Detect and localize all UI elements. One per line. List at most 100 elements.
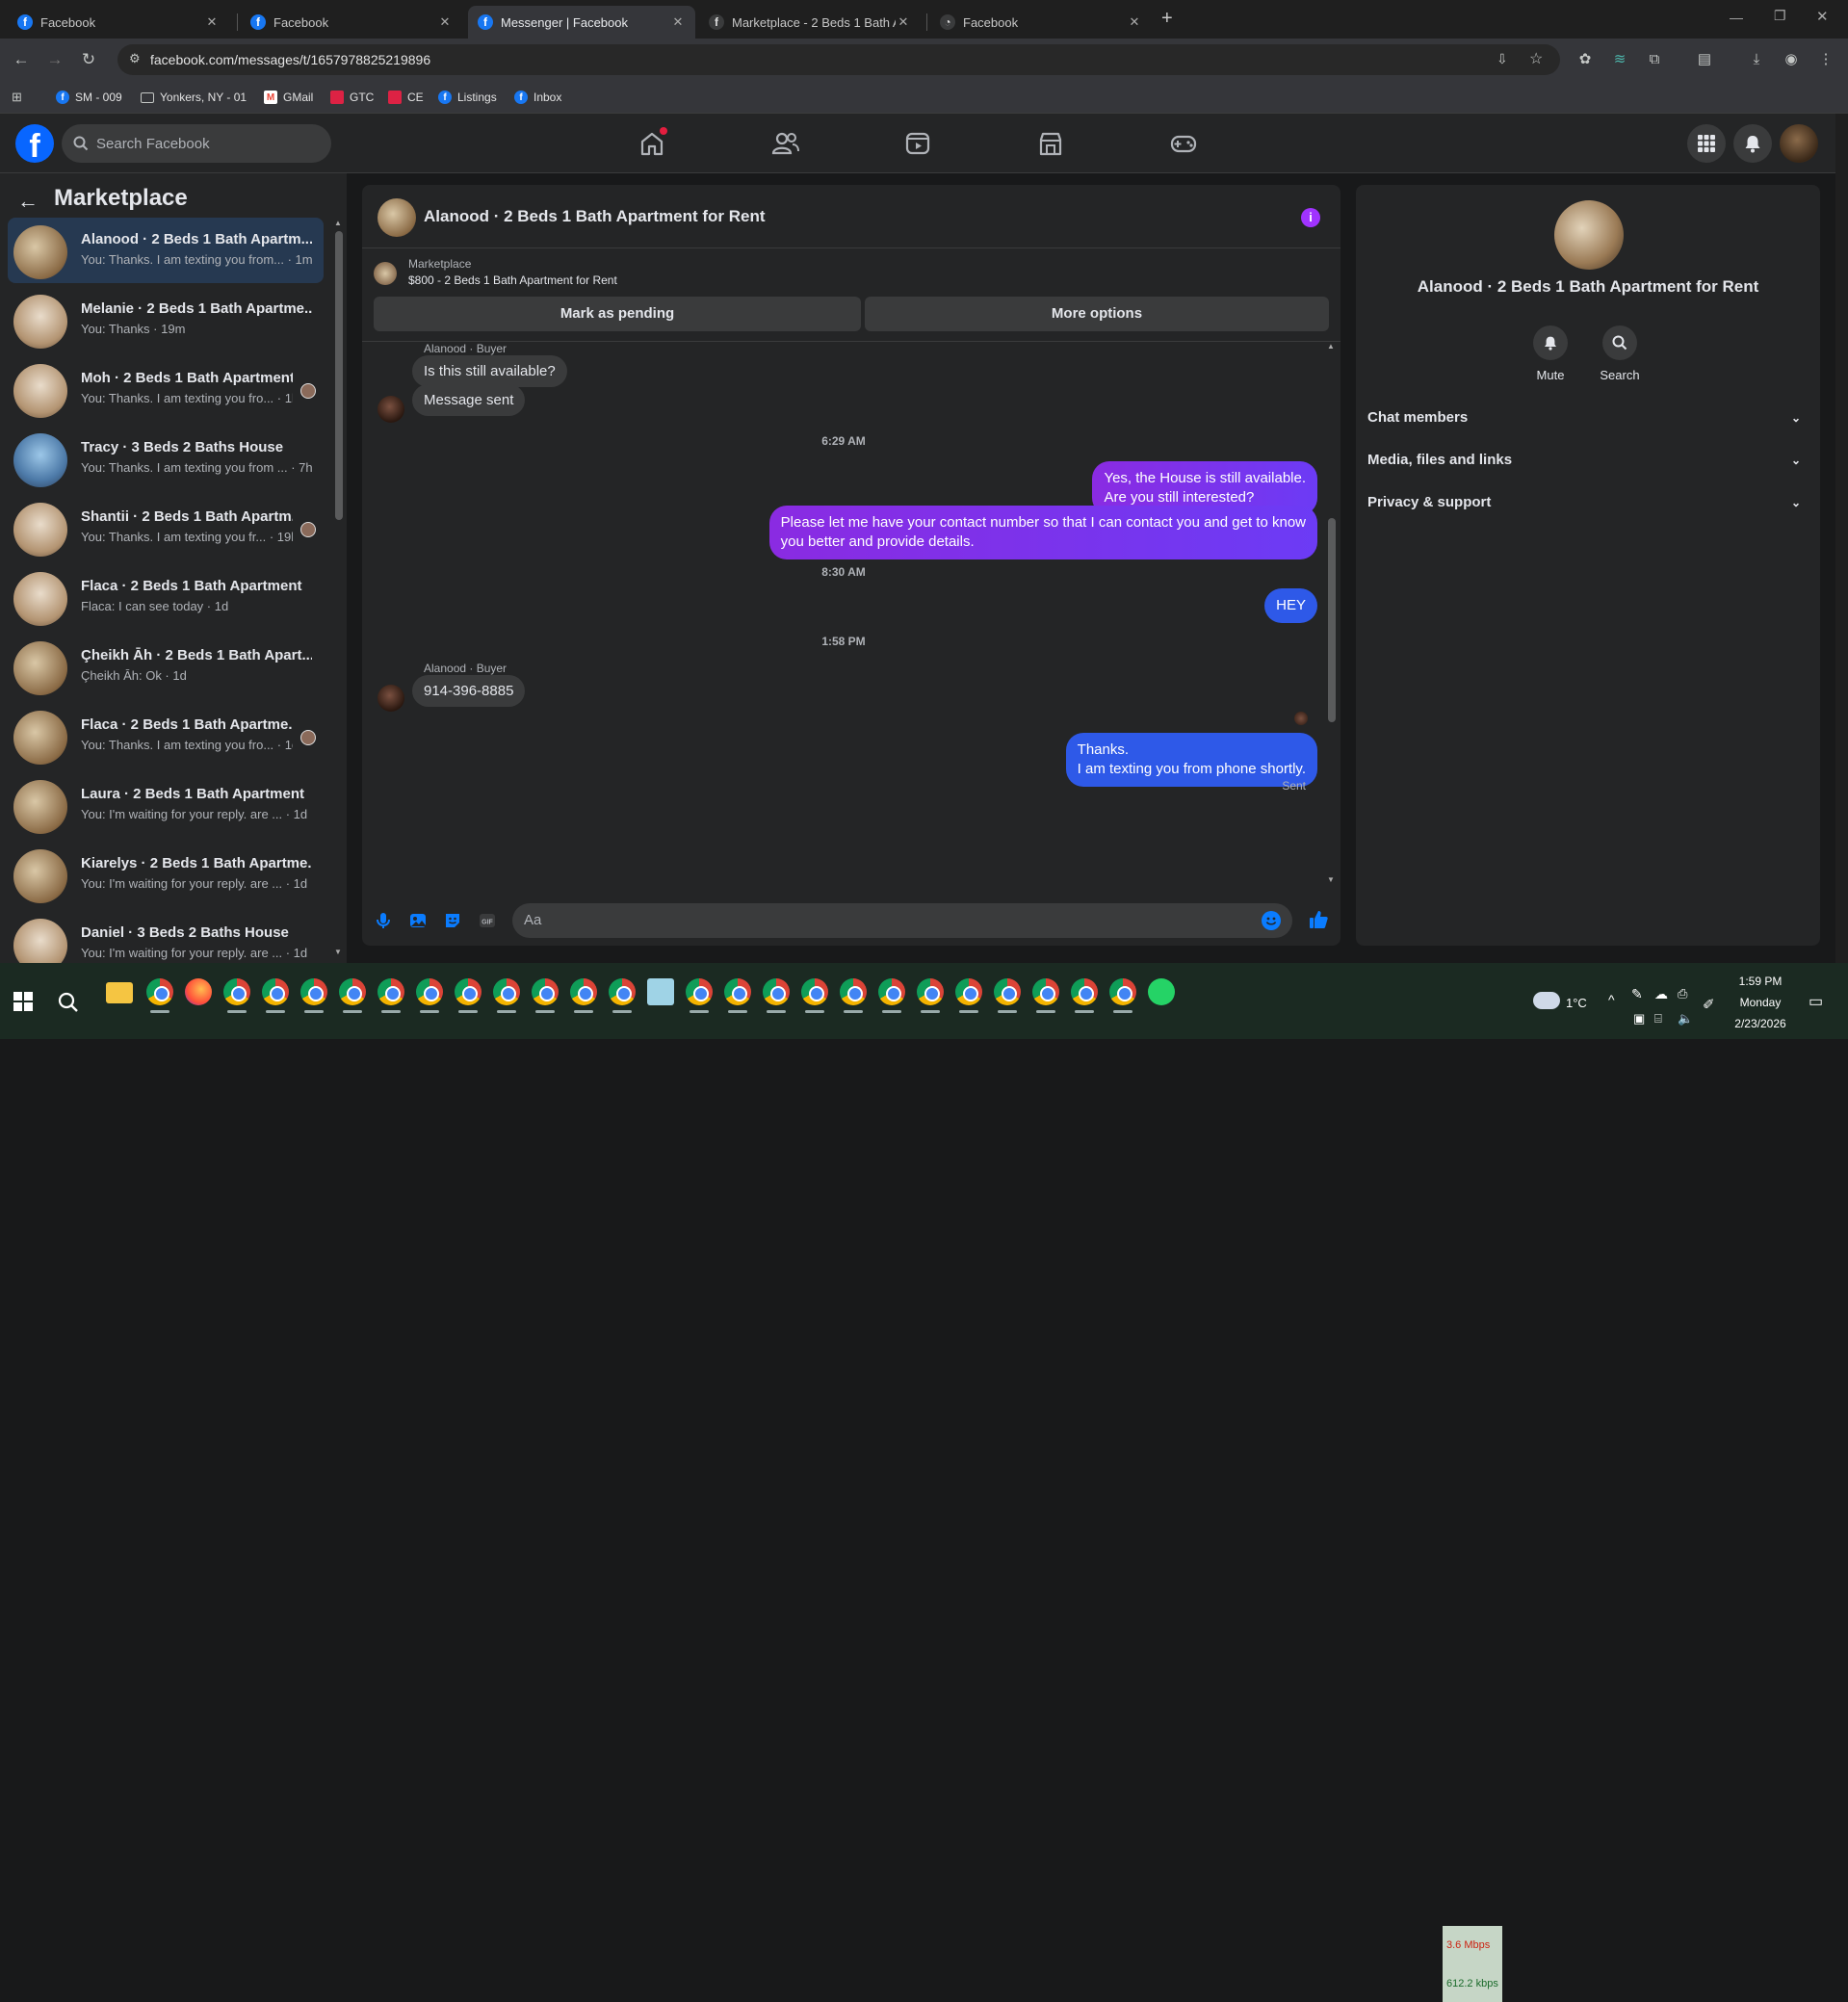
chrome-app-icon[interactable]	[532, 978, 559, 1013]
incoming-message[interactable]: 914-396-8885	[412, 675, 526, 707]
chrome-app-icon[interactable]	[724, 978, 751, 1013]
message-input[interactable]: Aa	[512, 903, 1292, 938]
pen-workspace-icon[interactable]: ✐	[1703, 996, 1715, 1013]
network-speed-widget[interactable]: 3.6 Mbps 612.2 kbps	[1443, 1926, 1502, 2002]
emoji-icon[interactable]	[1262, 911, 1281, 930]
tray-chevron-up-icon[interactable]: ^	[1608, 992, 1615, 1007]
weather-temperature[interactable]: 1°C	[1566, 996, 1587, 1010]
scroll-up-icon[interactable]: ▲	[1327, 342, 1335, 351]
chrome-app-icon[interactable]	[223, 978, 250, 1013]
privacy-support-section[interactable]: Privacy & support ⌄	[1367, 483, 1810, 522]
forward-icon[interactable]: →	[43, 48, 66, 71]
notification-center-icon[interactable]: ▭	[1809, 992, 1823, 1011]
media-files-links-section[interactable]: Media, files and links ⌄	[1367, 441, 1810, 480]
profile-icon[interactable]: ◉	[1782, 50, 1801, 69]
chrome-app-icon[interactable]	[801, 978, 828, 1013]
back-arrow-icon[interactable]: ←	[17, 189, 39, 214]
scroll-down-icon[interactable]: ▼	[1327, 875, 1335, 884]
search-facebook-input[interactable]: Search Facebook	[62, 124, 331, 163]
friends-icon[interactable]	[768, 127, 801, 160]
restore-icon[interactable]: ❐	[1774, 8, 1786, 24]
chat-list-item[interactable]: Alanood · 2 Beds 1 Bath Apartm... You: Th…	[8, 218, 324, 283]
info-icon[interactable]: i	[1301, 208, 1320, 227]
whatsapp-icon[interactable]	[1148, 978, 1175, 1005]
mute-button[interactable]: Mute	[1522, 325, 1579, 382]
chat-list-item[interactable]: Flaca · 2 Beds 1 Bath Apartme... You: Tha…	[8, 703, 324, 768]
browser-tab[interactable]: ◔ Facebook ✕	[930, 6, 1152, 39]
bookmark-folder[interactable]: Yonkers, NY - 01	[141, 89, 247, 106]
reading-mode-icon[interactable]: ▤	[1695, 50, 1714, 69]
bookmark-item[interactable]: CE	[388, 89, 424, 106]
chrome-app-icon[interactable]	[1032, 978, 1059, 1013]
chrome-app-icon[interactable]	[416, 978, 443, 1013]
account-avatar[interactable]	[1780, 124, 1818, 163]
browser-tab[interactable]: f Facebook ✕	[241, 6, 462, 39]
close-tab-icon[interactable]: ✕	[204, 14, 220, 30]
bookmark-item[interactable]: GTC	[330, 89, 374, 106]
extension-icon[interactable]: ≋	[1610, 50, 1629, 69]
tray-pen-icon[interactable]: ✎	[1631, 986, 1643, 1002]
volume-icon[interactable]: 🔈	[1678, 1011, 1693, 1027]
menu-grid-icon[interactable]	[1687, 124, 1726, 163]
like-thumbs-up-icon[interactable]	[1308, 909, 1329, 930]
chrome-app-icon[interactable]	[339, 978, 366, 1013]
chrome-app-icon[interactable]	[686, 978, 713, 1013]
network-icon[interactable]: ⌸	[1654, 1011, 1662, 1027]
install-app-icon[interactable]: ⇩	[1497, 51, 1508, 67]
chat-list-item[interactable]: Flaca · 2 Beds 1 Bath Apartment Flaca: I …	[8, 564, 324, 630]
notifications-bell-icon[interactable]	[1733, 124, 1772, 163]
chat-list-item[interactable]: Moh · 2 Beds 1 Bath Apartment You: Thanks…	[8, 356, 324, 422]
outgoing-message[interactable]: Please let me have your contact number s…	[768, 506, 1317, 559]
chrome-app-icon[interactable]	[377, 978, 404, 1013]
file-explorer-icon[interactable]	[106, 982, 133, 1003]
sender-avatar[interactable]	[377, 685, 404, 712]
bookmark-item[interactable]: f Inbox	[514, 89, 561, 106]
chat-list-item[interactable]: Çheikh Āh · 2 Beds 1 Bath Apart... Çheikh…	[8, 634, 324, 699]
chat-list-item[interactable]: Shantii · 2 Beds 1 Bath Apartm... You: Th…	[8, 495, 324, 560]
bookmark-item[interactable]: f Listings	[438, 89, 497, 106]
incoming-message[interactable]: Is this still available?	[412, 355, 567, 387]
chrome-app-icon[interactable]	[493, 978, 520, 1013]
listing-avatar[interactable]	[1554, 200, 1624, 270]
chrome-app-icon[interactable]	[840, 978, 867, 1013]
onedrive-icon[interactable]: ☁	[1654, 986, 1668, 1002]
close-tab-icon[interactable]: ✕	[896, 14, 911, 30]
firefox-icon[interactable]	[185, 978, 212, 1005]
listing-title[interactable]: $800 - 2 Beds 1 Bath Apartment for Rent	[408, 273, 617, 287]
tray-app-icon[interactable]: ⎙	[1678, 986, 1687, 1001]
sticker-icon[interactable]	[443, 911, 462, 930]
apps-grid-icon[interactable]: ⊞	[12, 90, 22, 105]
gaming-icon[interactable]	[1167, 127, 1200, 160]
scrollbar[interactable]	[1328, 518, 1336, 722]
chrome-app-icon[interactable]	[994, 978, 1021, 1013]
chrome-app-icon[interactable]	[917, 978, 944, 1013]
search-icon[interactable]	[58, 992, 79, 1013]
chrome-app-icon[interactable]	[1071, 978, 1098, 1013]
microphone-icon[interactable]	[374, 911, 393, 930]
chrome-app-icon[interactable]	[262, 978, 289, 1013]
scrollbar[interactable]	[335, 231, 343, 520]
chat-list-item[interactable]: Kiarelys · 2 Beds 1 Bath Apartme... You: …	[8, 842, 324, 907]
downloads-icon[interactable]: ⤓	[1747, 50, 1766, 69]
outgoing-message[interactable]: HEY	[1264, 588, 1317, 623]
photo-icon[interactable]	[408, 911, 428, 930]
close-window-icon[interactable]: ✕	[1816, 8, 1829, 25]
weather-cloud-icon[interactable]	[1533, 992, 1560, 1009]
chrome-app-icon[interactable]	[609, 978, 636, 1013]
conversation-title[interactable]: Alanood · 2 Beds 1 Bath Apartment for Re…	[424, 207, 766, 226]
chat-list-item[interactable]: Laura · 2 Beds 1 Bath Apartment You: I'm …	[8, 772, 324, 838]
chrome-app-icon[interactable]	[955, 978, 982, 1013]
back-icon[interactable]: ←	[10, 48, 33, 71]
windows-start-icon[interactable]	[13, 992, 33, 1011]
chrome-app-icon[interactable]	[763, 978, 790, 1013]
more-options-button[interactable]: More options	[865, 297, 1329, 331]
search-conversation-button[interactable]: Search	[1591, 325, 1649, 382]
chrome-app-icon[interactable]	[1109, 978, 1136, 1013]
gif-icon[interactable]: GIF	[478, 911, 497, 930]
video-icon[interactable]	[901, 127, 934, 160]
chrome-app-icon[interactable]	[455, 978, 482, 1013]
outgoing-message[interactable]: Thanks. I am texting you from phone shor…	[1065, 733, 1317, 787]
bookmark-star-icon[interactable]: ☆	[1529, 49, 1543, 68]
sender-avatar[interactable]	[377, 396, 404, 423]
bookmark-item[interactable]: f SM - 009	[56, 89, 122, 106]
